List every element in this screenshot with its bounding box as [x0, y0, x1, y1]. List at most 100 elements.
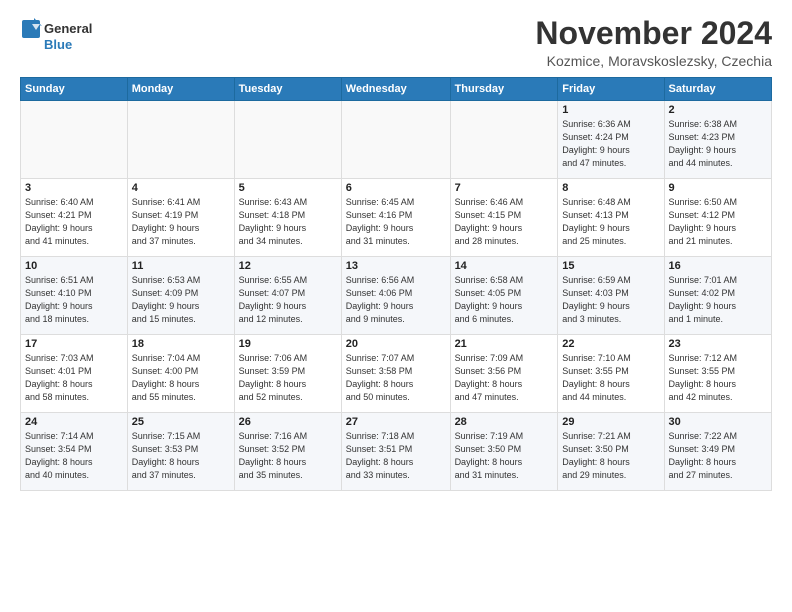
day-number: 28	[455, 416, 554, 428]
day-info: Sunrise: 6:46 AM Sunset: 4:15 PM Dayligh…	[455, 196, 554, 248]
location-title: Kozmice, Moravskoslezsky, Czechia	[535, 53, 772, 69]
day-number: 22	[562, 338, 659, 350]
day-cell: 20 Sunrise: 7:07 AM Sunset: 3:58 PM Dayli…	[341, 335, 450, 413]
day-cell: 14 Sunrise: 6:58 AM Sunset: 4:05 PM Dayli…	[450, 257, 558, 335]
day-number: 25	[132, 416, 230, 428]
day-info: Sunrise: 7:01 AM Sunset: 4:02 PM Dayligh…	[669, 274, 767, 326]
day-number: 7	[455, 182, 554, 194]
day-info: Sunrise: 6:38 AM Sunset: 4:23 PM Dayligh…	[669, 118, 767, 170]
day-info: Sunrise: 6:58 AM Sunset: 4:05 PM Dayligh…	[455, 274, 554, 326]
week-row-5: 24 Sunrise: 7:14 AM Sunset: 3:54 PM Dayli…	[21, 413, 772, 491]
day-number: 20	[346, 338, 446, 350]
day-cell	[127, 101, 234, 179]
day-info: Sunrise: 6:51 AM Sunset: 4:10 PM Dayligh…	[25, 274, 123, 326]
day-info: Sunrise: 7:16 AM Sunset: 3:52 PM Dayligh…	[239, 430, 337, 482]
day-info: Sunrise: 7:04 AM Sunset: 4:00 PM Dayligh…	[132, 352, 230, 404]
day-cell: 23 Sunrise: 7:12 AM Sunset: 3:55 PM Dayli…	[664, 335, 771, 413]
day-cell: 5 Sunrise: 6:43 AM Sunset: 4:18 PM Daylig…	[234, 179, 341, 257]
day-info: Sunrise: 7:14 AM Sunset: 3:54 PM Dayligh…	[25, 430, 123, 482]
day-cell: 28Sunrise: 7:19 AM Sunset: 3:50 PM Dayli…	[450, 413, 558, 491]
day-cell	[234, 101, 341, 179]
day-cell: 8Sunrise: 6:48 AM Sunset: 4:13 PM Daylig…	[558, 179, 664, 257]
week-row-1: 1 Sunrise: 6:36 AM Sunset: 4:24 PM Daylig…	[21, 101, 772, 179]
day-cell	[21, 101, 128, 179]
day-of-week-monday: Monday	[127, 78, 234, 101]
day-cell: 4Sunrise: 6:41 AM Sunset: 4:19 PM Daylig…	[127, 179, 234, 257]
day-info: Sunrise: 6:53 AM Sunset: 4:09 PM Dayligh…	[132, 274, 230, 326]
day-info: Sunrise: 7:03 AM Sunset: 4:01 PM Dayligh…	[25, 352, 123, 404]
day-number: 12	[239, 260, 337, 272]
day-cell: 10 Sunrise: 6:51 AM Sunset: 4:10 PM Dayli…	[21, 257, 128, 335]
svg-text:Blue: Blue	[44, 37, 72, 52]
day-number: 11	[132, 260, 230, 272]
day-cell: 22 Sunrise: 7:10 AM Sunset: 3:55 PM Dayli…	[558, 335, 664, 413]
day-number: 13	[346, 260, 446, 272]
day-info: Sunrise: 7:10 AM Sunset: 3:55 PM Dayligh…	[562, 352, 659, 404]
day-info: Sunrise: 7:21 AM Sunset: 3:50 PM Dayligh…	[562, 430, 659, 482]
day-cell: 29 Sunrise: 7:21 AM Sunset: 3:50 PM Dayli…	[558, 413, 664, 491]
day-number: 10	[25, 260, 123, 272]
day-cell: 17 Sunrise: 7:03 AM Sunset: 4:01 PM Dayli…	[21, 335, 128, 413]
day-cell: 2 Sunrise: 6:38 AM Sunset: 4:23 PM Daylig…	[664, 101, 771, 179]
svg-text:General: General	[44, 21, 92, 36]
month-title: November 2024	[535, 16, 772, 51]
day-of-week-tuesday: Tuesday	[234, 78, 341, 101]
day-cell: 30Sunrise: 7:22 AM Sunset: 3:49 PM Dayli…	[664, 413, 771, 491]
day-info: Sunrise: 7:15 AM Sunset: 3:53 PM Dayligh…	[132, 430, 230, 482]
week-row-4: 17 Sunrise: 7:03 AM Sunset: 4:01 PM Dayli…	[21, 335, 772, 413]
day-info: Sunrise: 6:43 AM Sunset: 4:18 PM Dayligh…	[239, 196, 337, 248]
header: General Blue November 2024 Kozmice, Mora…	[20, 16, 772, 69]
day-info: Sunrise: 6:56 AM Sunset: 4:06 PM Dayligh…	[346, 274, 446, 326]
day-cell: 15 Sunrise: 6:59 AM Sunset: 4:03 PM Dayli…	[558, 257, 664, 335]
week-row-3: 10 Sunrise: 6:51 AM Sunset: 4:10 PM Dayli…	[21, 257, 772, 335]
day-cell: 3Sunrise: 6:40 AM Sunset: 4:21 PM Daylig…	[21, 179, 128, 257]
day-info: Sunrise: 7:09 AM Sunset: 3:56 PM Dayligh…	[455, 352, 554, 404]
day-info: Sunrise: 6:55 AM Sunset: 4:07 PM Dayligh…	[239, 274, 337, 326]
day-number: 26	[239, 416, 337, 428]
day-number: 16	[669, 260, 767, 272]
day-of-week-friday: Friday	[558, 78, 664, 101]
day-info: Sunrise: 6:36 AM Sunset: 4:24 PM Dayligh…	[562, 118, 659, 170]
calendar-body: 1 Sunrise: 6:36 AM Sunset: 4:24 PM Daylig…	[21, 101, 772, 491]
day-info: Sunrise: 7:18 AM Sunset: 3:51 PM Dayligh…	[346, 430, 446, 482]
day-info: Sunrise: 7:06 AM Sunset: 3:59 PM Dayligh…	[239, 352, 337, 404]
day-of-week-sunday: Sunday	[21, 78, 128, 101]
calendar-header: SundayMondayTuesdayWednesdayThursdayFrid…	[21, 78, 772, 101]
title-area: November 2024 Kozmice, Moravskoslezsky, …	[535, 16, 772, 69]
day-cell	[450, 101, 558, 179]
day-cell: 6 Sunrise: 6:45 AM Sunset: 4:16 PM Daylig…	[341, 179, 450, 257]
day-cell: 16 Sunrise: 7:01 AM Sunset: 4:02 PM Dayli…	[664, 257, 771, 335]
day-number: 30	[669, 416, 767, 428]
day-cell: 1 Sunrise: 6:36 AM Sunset: 4:24 PM Daylig…	[558, 101, 664, 179]
day-number: 24	[25, 416, 123, 428]
day-of-week-wednesday: Wednesday	[341, 78, 450, 101]
day-info: Sunrise: 7:07 AM Sunset: 3:58 PM Dayligh…	[346, 352, 446, 404]
day-cell: 24 Sunrise: 7:14 AM Sunset: 3:54 PM Dayli…	[21, 413, 128, 491]
day-of-week-thursday: Thursday	[450, 78, 558, 101]
day-cell: 18Sunrise: 7:04 AM Sunset: 4:00 PM Dayli…	[127, 335, 234, 413]
day-info: Sunrise: 6:40 AM Sunset: 4:21 PM Dayligh…	[25, 196, 123, 248]
day-number: 1	[562, 104, 659, 116]
day-info: Sunrise: 7:12 AM Sunset: 3:55 PM Dayligh…	[669, 352, 767, 404]
day-number: 27	[346, 416, 446, 428]
day-number: 29	[562, 416, 659, 428]
day-info: Sunrise: 6:59 AM Sunset: 4:03 PM Dayligh…	[562, 274, 659, 326]
day-number: 2	[669, 104, 767, 116]
logo-svg: General Blue	[20, 16, 100, 58]
day-number: 23	[669, 338, 767, 350]
day-cell: 21 Sunrise: 7:09 AM Sunset: 3:56 PM Dayli…	[450, 335, 558, 413]
day-of-week-saturday: Saturday	[664, 78, 771, 101]
day-number: 19	[239, 338, 337, 350]
day-number: 5	[239, 182, 337, 194]
day-cell: 11 Sunrise: 6:53 AM Sunset: 4:09 PM Dayli…	[127, 257, 234, 335]
day-cell: 9Sunrise: 6:50 AM Sunset: 4:12 PM Daylig…	[664, 179, 771, 257]
day-info: Sunrise: 6:45 AM Sunset: 4:16 PM Dayligh…	[346, 196, 446, 248]
day-cell: 12 Sunrise: 6:55 AM Sunset: 4:07 PM Dayli…	[234, 257, 341, 335]
day-number: 6	[346, 182, 446, 194]
day-number: 17	[25, 338, 123, 350]
day-number: 15	[562, 260, 659, 272]
day-number: 21	[455, 338, 554, 350]
day-number: 14	[455, 260, 554, 272]
day-info: Sunrise: 6:41 AM Sunset: 4:19 PM Dayligh…	[132, 196, 230, 248]
day-cell: 25 Sunrise: 7:15 AM Sunset: 3:53 PM Dayli…	[127, 413, 234, 491]
